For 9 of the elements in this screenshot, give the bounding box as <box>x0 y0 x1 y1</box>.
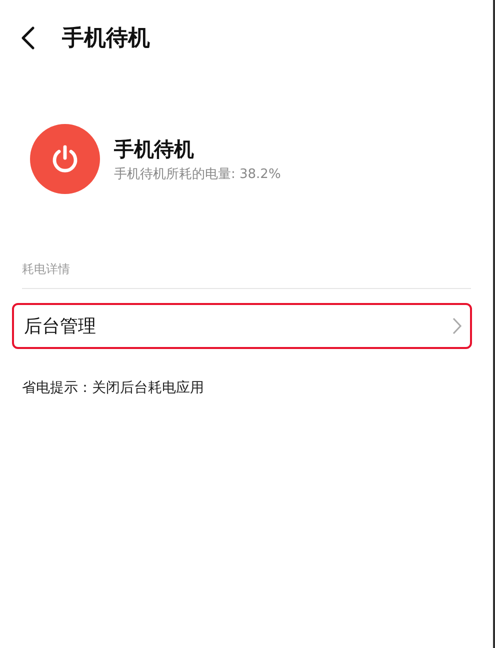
menu-row[interactable]: 后台管理 <box>12 303 472 349</box>
row-label: 后台管理 <box>24 315 96 338</box>
section-label: 耗电详情 <box>22 262 70 276</box>
summary-title: 手机待机 <box>114 136 195 162</box>
back-icon <box>21 26 35 50</box>
tip-text: 省电提示：关闭后台耗电应用 <box>22 379 205 397</box>
summary-subtitle: 手机待机所耗的电量: 38.2% <box>114 166 281 182</box>
page-title: 手机待机 <box>62 25 150 53</box>
chevron-icon <box>452 317 462 335</box>
